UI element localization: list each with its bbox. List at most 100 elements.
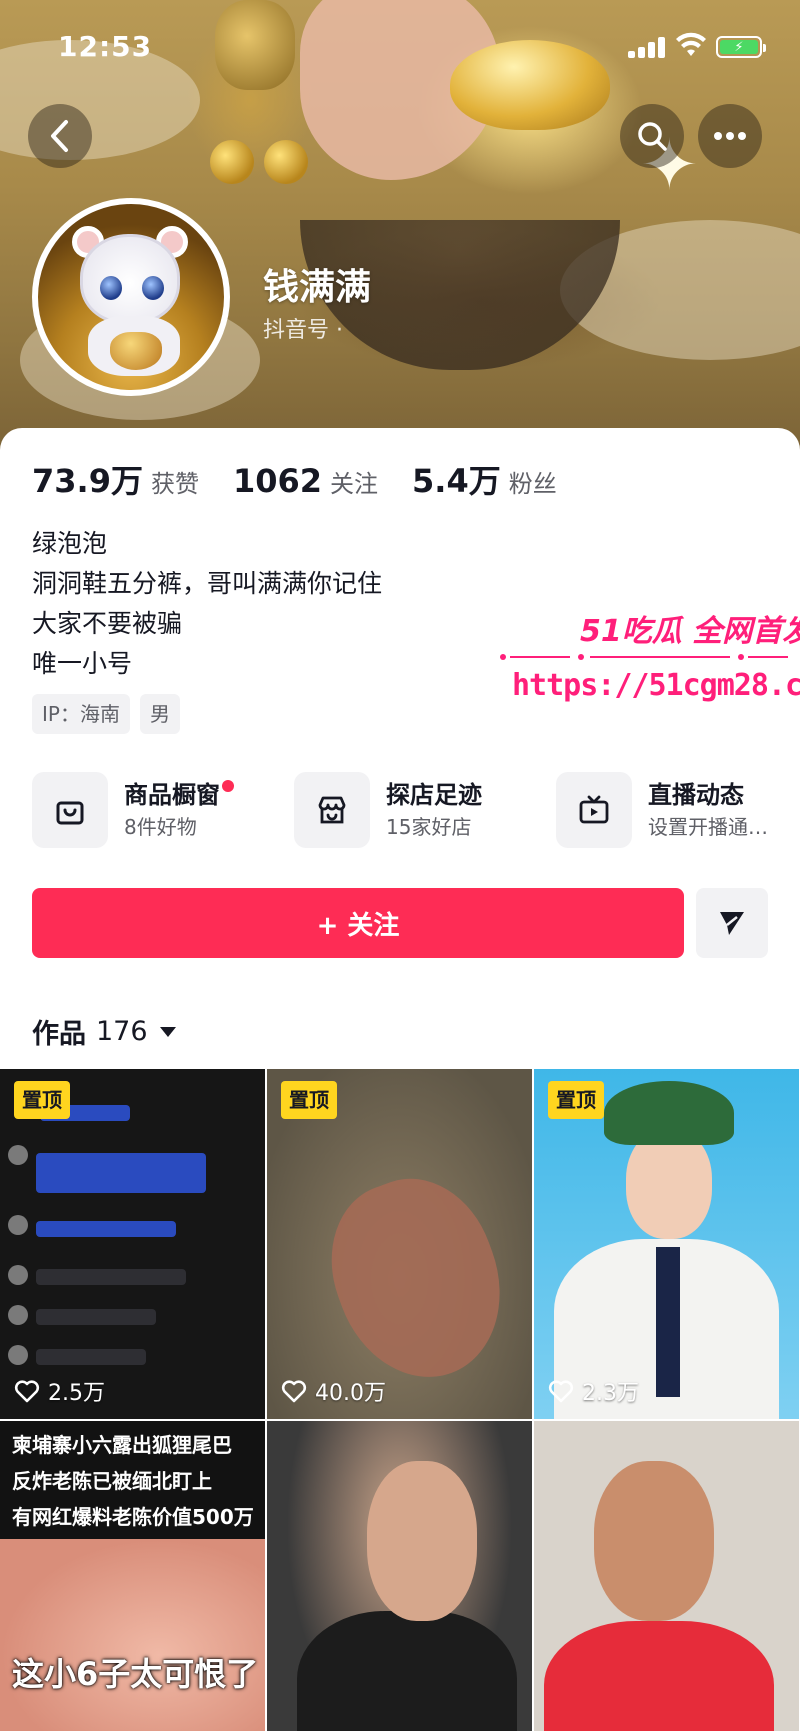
works-count: 176 (96, 1016, 148, 1047)
like-count: 2.5万 (14, 1375, 105, 1407)
back-button[interactable] (28, 104, 92, 168)
profile-tags: IP：海南 男 (32, 694, 180, 734)
feature-subtitle: 设置开播通… (648, 815, 768, 839)
bio: 绿泡泡 洞洞鞋五分裤，哥叫满满你记住 大家不要被骗 唯一小号 (32, 524, 382, 684)
feature-text: 商品橱窗 8件好物 (124, 778, 234, 842)
feature-subtitle: 15家好店 (386, 815, 472, 839)
video-tile[interactable] (267, 1421, 532, 1731)
face (626, 1129, 712, 1239)
search-button[interactable] (620, 104, 684, 168)
feature-icon-box (32, 772, 108, 848)
bio-line: 唯一小号 (32, 649, 133, 678)
video-headline: 柬埔寨小六露出狐狸尾巴 反炸老陈已被缅北盯上 有网红爆料老陈价值500万 (0, 1421, 265, 1539)
stat-following[interactable]: 1062 关注 (233, 462, 378, 500)
chevron-left-icon (51, 120, 68, 152)
gold-bell (264, 140, 308, 184)
works-label: 作品 (32, 1019, 86, 1050)
tv-icon (579, 795, 609, 824)
heart-icon (548, 1380, 574, 1403)
jacket (297, 1611, 517, 1731)
headline-line: 柬埔寨小六露出狐狸尾巴 (12, 1433, 232, 1457)
stat-followers[interactable]: 5.4万 粉丝 (412, 456, 557, 502)
profile-name: 钱满满 (263, 267, 372, 308)
stat-label: 关注 (330, 470, 379, 498)
bio-line: 绿泡泡 (32, 529, 108, 558)
feature-text: 探店足迹 15家好店 (386, 778, 482, 842)
hand-thumbnail (307, 1157, 527, 1401)
feature-store-visits[interactable]: 探店足迹 15家好店 (294, 772, 482, 848)
feature-icon-box (294, 772, 370, 848)
status-bar: 12:53 ⚡ (0, 0, 800, 96)
video-tile[interactable]: 置顶 2.5万 (0, 1069, 265, 1419)
pinned-badge: 置顶 (14, 1081, 70, 1119)
stat-likes[interactable]: 73.9万 获赞 (32, 456, 199, 502)
heart-icon (14, 1380, 40, 1403)
avatar-gold-pot (110, 332, 162, 370)
douyin-id[interactable]: 抖音号 · (263, 312, 343, 344)
more-button[interactable] (698, 104, 762, 168)
feature-live-updates[interactable]: 直播动态 设置开播通… (556, 772, 768, 848)
gold-bell (210, 140, 254, 184)
feature-subtitle: 8件好物 (124, 815, 197, 839)
video-tile[interactable]: 置顶 40.0万 (267, 1069, 532, 1419)
avatar-eye (100, 276, 122, 300)
avatar[interactable] (32, 198, 230, 396)
pinned-badge: 置顶 (281, 1081, 337, 1119)
share-button[interactable] (696, 888, 768, 958)
bio-line: 洞洞鞋五分裤，哥叫满满你记住 (32, 569, 383, 598)
follow-button[interactable]: + 关注 (32, 888, 684, 958)
face (594, 1461, 714, 1621)
like-count: 40.0万 (281, 1375, 386, 1407)
notification-dot (222, 780, 234, 792)
face (367, 1461, 477, 1621)
watermark: 51吃瓜 全网首发 https://51cgm28.com (500, 606, 800, 716)
avatar-tiger-head (80, 234, 180, 324)
video-caption: 这小6子太可恨了 (12, 1655, 259, 1693)
video-tile[interactable]: 柬埔寨小六露出狐狸尾巴 反炸老陈已被缅北盯上 有网红爆料老陈价值500万 这小6… (0, 1421, 265, 1731)
video-tile[interactable]: 置顶 2.3万 (534, 1069, 799, 1419)
watermark-divider (500, 652, 795, 662)
video-tile[interactable] (534, 1421, 799, 1731)
bio-line: 大家不要被骗 (32, 609, 183, 638)
like-count-value: 2.3万 (582, 1381, 639, 1406)
avatar-eye (142, 276, 164, 300)
headline-line: 反炸老陈已被缅北盯上 (12, 1469, 212, 1493)
ip-location-tag: IP：海南 (32, 694, 130, 734)
caret-down-icon (159, 1026, 176, 1037)
like-count: 2.3万 (548, 1375, 639, 1407)
shirt (544, 1621, 774, 1731)
watermark-brand: 51吃瓜 全网首发 (580, 614, 800, 649)
like-count-value: 2.5万 (48, 1381, 105, 1406)
shopping-bag-icon (56, 801, 84, 825)
profile-banner: ✦ 12:53 ⚡ 钱满满 抖音号 · (0, 0, 800, 460)
stat-value: 1062 (232, 462, 323, 500)
feature-icon-box (556, 772, 632, 848)
status-time: 12:53 (58, 30, 153, 63)
search-icon (638, 122, 667, 151)
storefront-icon (318, 796, 346, 824)
feature-row: 商品橱窗 8件好物 探店足迹 15家好店 直播动态 设置开播通… (32, 772, 792, 848)
stat-label: 获赞 (150, 470, 199, 498)
stat-value: 5.4万 (412, 462, 501, 500)
profile-card: 73.9万 获赞 1062 关注 5.4万 粉丝 绿泡泡 洞洞鞋五分裤，哥叫满满… (0, 428, 800, 1731)
battery-icon: ⚡ (716, 36, 766, 58)
feature-title: 商品橱窗 (124, 781, 220, 809)
headline-line: 有网红爆料老陈价值500万 (12, 1505, 254, 1529)
necktie (656, 1247, 680, 1397)
stat-value: 73.9万 (32, 462, 143, 500)
feature-title: 直播动态 (648, 781, 744, 809)
wifi-icon (676, 32, 706, 56)
like-count-value: 40.0万 (315, 1381, 386, 1406)
watermark-url: https://51cgm28.com (512, 668, 800, 703)
heart-icon (281, 1380, 307, 1403)
feature-shop-window[interactable]: 商品橱窗 8件好物 (32, 772, 234, 848)
feature-text: 直播动态 设置开播通… (648, 778, 768, 842)
military-cap (604, 1081, 734, 1145)
works-tab[interactable]: 作品 176 (32, 1012, 176, 1051)
gender-tag: 男 (139, 694, 180, 734)
signal-icon (628, 36, 666, 58)
stat-label: 粉丝 (508, 470, 557, 498)
pinned-badge: 置顶 (548, 1081, 604, 1119)
face (0, 1539, 265, 1731)
more-dots-icon (714, 132, 746, 140)
